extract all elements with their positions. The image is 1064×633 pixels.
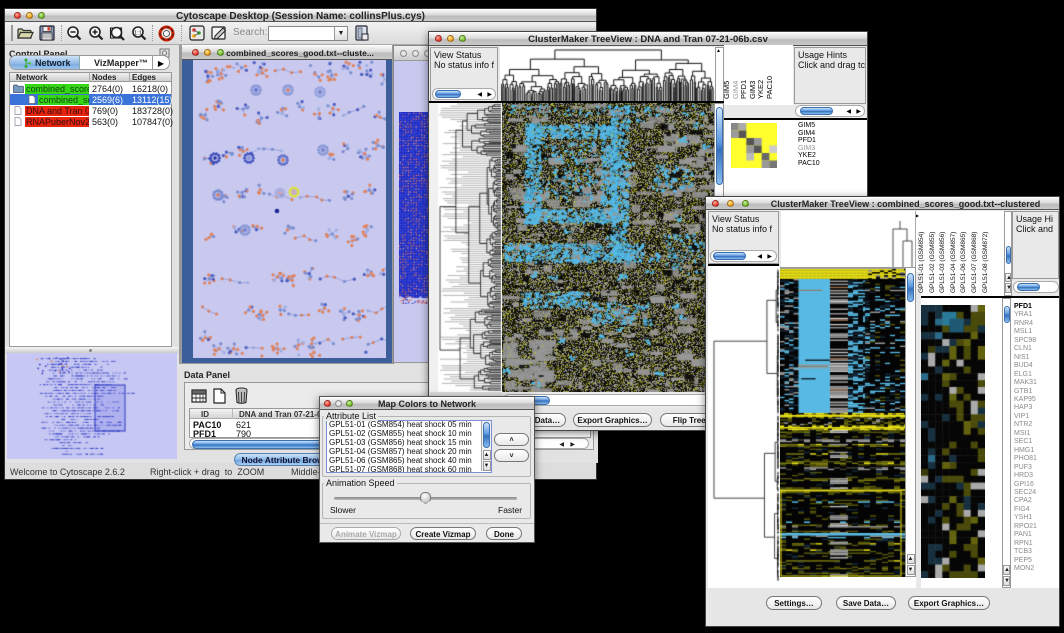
- svg-text:1:1: 1:1: [134, 30, 142, 36]
